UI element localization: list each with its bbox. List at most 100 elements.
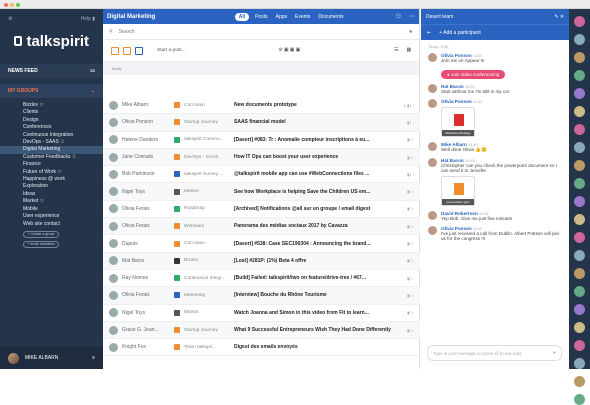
row-group[interactable]: Roadmap [184, 206, 234, 211]
avatar[interactable] [109, 308, 118, 318]
contact-avatar[interactable] [574, 52, 585, 63]
members-icon[interactable]: ⚇ [396, 13, 401, 20]
table-row[interactable]: Jane Conrads DevOps - SAAS How IT Ops ca… [103, 148, 420, 167]
current-user[interactable]: MIKE ALBARN ≡ [0, 347, 103, 369]
row-user[interactable]: Helene Danders [122, 137, 174, 143]
sidebar-item-group[interactable]: Exploration [23, 183, 103, 190]
contact-avatar[interactable] [574, 376, 585, 387]
contact-avatar[interactable] [574, 304, 585, 315]
row-group[interactable]: Con team [184, 103, 234, 108]
contact-avatar[interactable] [574, 286, 585, 297]
row-title[interactable]: [Build] Failed: talkspirit/two on featur… [234, 275, 392, 281]
row-title[interactable]: What 9 Successful Entrepreneurs Wish The… [234, 327, 392, 333]
tab-documents[interactable]: Documents [318, 14, 343, 20]
row-user[interactable]: Olivia Ferais [122, 206, 174, 212]
row-title[interactable]: [Dasert] #538: Case SEC190304 : Announci… [234, 241, 392, 247]
grid-view-icon[interactable]: ▦ [406, 48, 411, 53]
doc-type-icon[interactable] [135, 46, 143, 55]
event-type-icon[interactable] [123, 46, 131, 55]
news-feed-item[interactable]: NEWS FEED ▭ [0, 64, 103, 78]
create-group-button[interactable]: + Create a group [23, 230, 59, 238]
contact-avatar[interactable] [574, 124, 585, 135]
table-row[interactable]: Mat Bacio Bizdev [Lost] #281P: (1%) Beta… [103, 252, 420, 270]
row-group[interactable]: Market [184, 189, 234, 194]
row-title[interactable]: SAAS financial model [234, 119, 392, 125]
row-user[interactable]: Nigel Toys [122, 310, 174, 316]
avatar[interactable] [109, 221, 118, 231]
row-title[interactable]: [Lost] #281P: (1%) Beta 4 offre [234, 258, 392, 264]
table-row[interactable]: Olivia Ferais Marketing [Interview] Bouc… [103, 287, 420, 305]
star-icon[interactable]: ★ [409, 29, 413, 35]
row-group[interactable]: talkspirit Survey ... [184, 172, 234, 177]
sidebar-item-group[interactable]: Continuous Integration [23, 132, 103, 139]
table-row[interactable]: Mike Albarn Con team New documents proto… [103, 97, 420, 115]
menu-icon[interactable]: ≡ [92, 355, 95, 361]
tab-apps[interactable]: Apps [276, 14, 287, 20]
row-title[interactable]: @talkspirit mobile app can use #WebConne… [234, 171, 392, 177]
row-user[interactable]: Olivia Ferais [122, 292, 174, 298]
avatar[interactable] [109, 204, 118, 214]
row-group[interactable]: Bizdev [184, 258, 234, 263]
table-row[interactable]: Nigel Toys Market See how Workplace is h… [103, 183, 420, 201]
row-title[interactable]: Panorama des médias sociaux 2017 by Cava… [234, 223, 392, 229]
row-group[interactable]: Startup Journey [184, 120, 234, 125]
list-view-icon[interactable]: ☰ [394, 48, 398, 53]
row-group[interactable]: Market [184, 310, 234, 315]
app-logo[interactable]: talkspirit [0, 29, 103, 53]
add-participant-link[interactable]: + Add a participant [439, 30, 481, 36]
row-user[interactable]: Mat Bacio [122, 258, 174, 264]
row-user[interactable]: Grace G. Jean... [122, 327, 174, 333]
back-icon[interactable]: ⇤ [427, 30, 431, 36]
contact-avatar[interactable] [574, 250, 585, 261]
sidebar-item-group[interactable]: Digital Marketing [0, 146, 103, 154]
contact-avatar[interactable] [574, 214, 585, 225]
help-link[interactable]: Help ▮ [81, 16, 95, 22]
row-user[interactable]: Knight Fox [122, 344, 174, 350]
settings-icon[interactable]: ⚙ [8, 16, 12, 22]
contact-avatar[interactable] [574, 70, 585, 81]
table-row[interactable]: Dupuis Con team [Dasert] #538: Case SEC1… [103, 235, 420, 253]
row-group[interactable]: Webinars [184, 224, 234, 229]
contact-avatar[interactable] [574, 340, 585, 351]
sidebar-item-group[interactable]: Design [23, 117, 103, 124]
row-group[interactable]: Startup Journey [184, 328, 234, 333]
table-row[interactable]: Bob Parkinson talkspirit Survey ... @tal… [103, 166, 420, 184]
contact-avatar[interactable] [574, 358, 585, 369]
contact-avatar[interactable] [574, 178, 585, 189]
row-title[interactable]: See how Workplace is helping Save the Ch… [234, 189, 392, 195]
contact-avatar[interactable] [574, 34, 585, 45]
table-row[interactable]: Olivia Ferais Roadmap [Archived] Notific… [103, 201, 420, 219]
contact-avatar[interactable] [574, 106, 585, 117]
row-title[interactable]: [Dasert] #083: Tr : Anomalie compteur in… [234, 137, 392, 143]
avatar[interactable] [109, 342, 118, 352]
contact-avatar[interactable] [574, 88, 585, 99]
maximize-dot[interactable] [16, 3, 20, 7]
sidebar-item-group[interactable]: Ideas [23, 191, 103, 198]
table-row[interactable]: Olivia Ponson Startup Journey SAAS finan… [103, 114, 420, 132]
sidebar-item-group[interactable]: Mobile [23, 206, 103, 213]
table-row[interactable]: Nigel Toys Market Watch Joanna and Simon… [103, 305, 420, 322]
avatar[interactable] [109, 239, 118, 249]
row-title[interactable]: Digest des emails envoyés [234, 344, 392, 350]
row-user[interactable]: Olivia Ponson [122, 119, 174, 125]
file-attachment[interactable]: presentation.pptx [441, 176, 475, 206]
sidebar-item-group[interactable]: Finance [23, 161, 103, 168]
compose-input[interactable]: Start a post... [157, 48, 275, 53]
chat-input[interactable]: Type in your message or press @ to use b… [427, 345, 562, 361]
sidebar-item-group[interactable]: Customer Feedbacks ☆ [23, 154, 103, 161]
table-row[interactable]: Helene Danders talkspirit Commu... [Dase… [103, 132, 420, 149]
table-row[interactable]: Grace G. Jean... Startup Journey What 9 … [103, 321, 420, 340]
row-group[interactable]: Marketing [184, 293, 234, 298]
row-title[interactable]: [Archived] Notifications @all sur un gro… [234, 206, 392, 212]
row-user[interactable]: Mike Albarn [122, 102, 174, 108]
avatar[interactable] [109, 187, 118, 197]
close-dot[interactable] [4, 3, 8, 7]
sidebar-item-group[interactable]: Future of Work ☆ [23, 169, 103, 176]
contact-avatar[interactable] [574, 268, 585, 279]
tab-posts[interactable]: Posts [255, 14, 268, 20]
avatar[interactable] [109, 169, 118, 179]
row-user[interactable]: Olivia Ferais [122, 223, 174, 229]
my-groups-item[interactable]: MY GROUPS ⌄ [0, 84, 103, 98]
table-row[interactable]: Knight Fox Team talkspir... Digest des e… [103, 339, 420, 357]
attachment-icons[interactable]: ⊘ ▣ ▣ ▣ [279, 48, 301, 53]
